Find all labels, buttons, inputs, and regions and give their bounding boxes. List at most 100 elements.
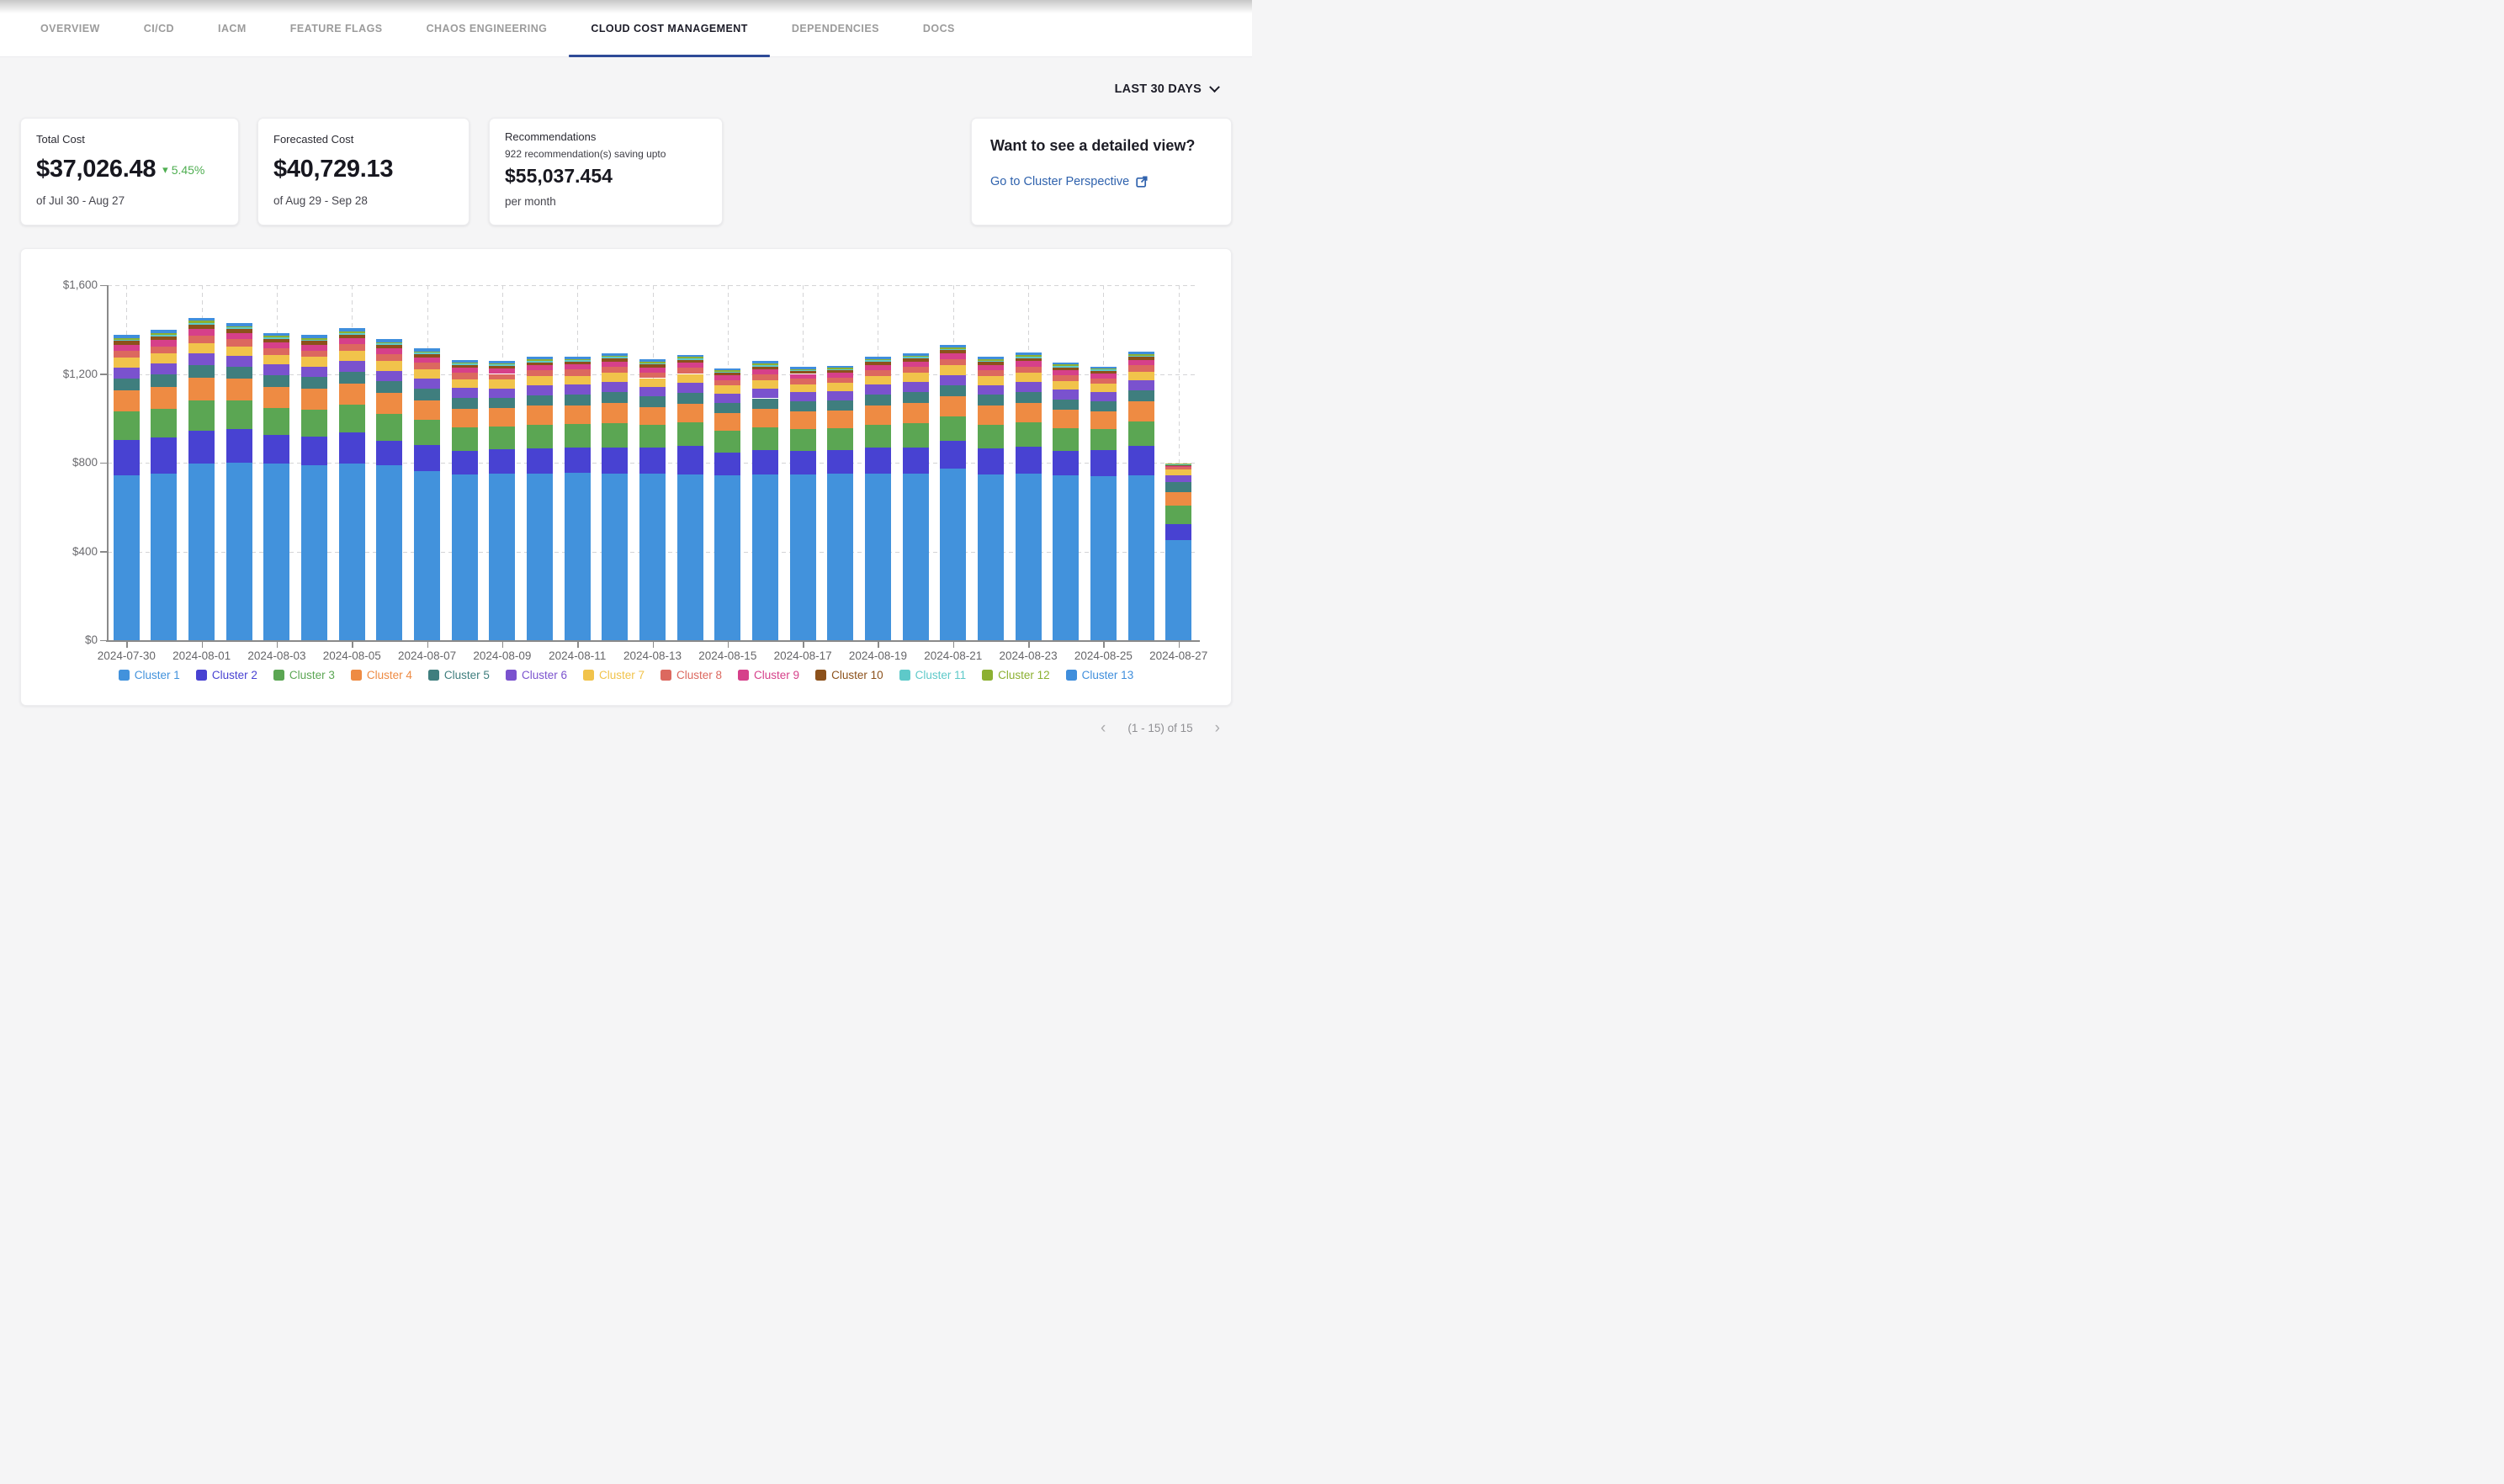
bar-segment[interactable]	[903, 392, 929, 403]
bar-segment[interactable]	[752, 389, 778, 398]
bar-segment[interactable]	[263, 408, 289, 435]
bar-segment[interactable]	[452, 379, 478, 389]
bar-segment[interactable]	[339, 384, 365, 405]
bar-segment[interactable]	[1016, 352, 1042, 355]
bar-segment[interactable]	[714, 403, 740, 413]
bar-segment[interactable]	[978, 365, 1004, 370]
bar-segment[interactable]	[1165, 492, 1191, 506]
bar-segment[interactable]	[677, 383, 703, 393]
bar-segment[interactable]	[376, 361, 402, 370]
bar-segment[interactable]	[602, 392, 628, 403]
bar-segment[interactable]	[1128, 390, 1154, 401]
bar-segment[interactable]	[639, 387, 666, 396]
bar-segment[interactable]	[376, 414, 402, 441]
bar-segment[interactable]	[1165, 482, 1191, 492]
bar-segment[interactable]	[339, 328, 365, 331]
bar-segment[interactable]	[714, 413, 740, 431]
bar-segment[interactable]	[978, 359, 1004, 361]
bar-segment[interactable]	[151, 437, 177, 473]
bar-segment[interactable]	[527, 365, 553, 370]
bar-segment[interactable]	[301, 410, 327, 437]
bar-segment[interactable]	[114, 338, 140, 340]
bar-segment[interactable]	[565, 424, 591, 448]
bar-segment[interactable]	[1053, 410, 1079, 428]
bar-segment[interactable]	[639, 407, 666, 426]
bar-segment[interactable]	[903, 373, 929, 382]
bar-segment[interactable]	[565, 384, 591, 395]
bar-segment[interactable]	[940, 441, 966, 469]
bar-segment[interactable]	[1128, 365, 1154, 371]
bar-segment[interactable]	[940, 375, 966, 385]
bar-segment[interactable]	[188, 365, 215, 378]
bar-segment[interactable]	[151, 335, 177, 337]
bar-segment[interactable]	[452, 451, 478, 474]
bar-segment[interactable]	[790, 401, 816, 411]
bar-segment[interactable]	[1165, 524, 1191, 541]
bar-segment[interactable]	[677, 422, 703, 446]
bar-segment[interactable]	[714, 373, 740, 375]
bar-segment[interactable]	[1128, 356, 1154, 358]
bar-segment[interactable]	[414, 445, 440, 471]
bar-segment[interactable]	[790, 451, 816, 474]
bar-segment[interactable]	[903, 358, 929, 362]
bar-segment[interactable]	[263, 364, 289, 375]
bar-segment[interactable]	[790, 429, 816, 451]
bar-segment[interactable]	[1090, 367, 1117, 369]
bar-segment[interactable]	[1053, 428, 1079, 451]
bar-segment[interactable]	[602, 382, 628, 392]
bar-segment[interactable]	[188, 400, 215, 431]
bar-segment[interactable]	[677, 374, 703, 384]
bar-segment[interactable]	[339, 361, 365, 372]
bar-segment[interactable]	[527, 448, 553, 474]
bar-segment[interactable]	[114, 411, 140, 440]
bar-segment[interactable]	[790, 369, 816, 370]
bar-segment[interactable]	[414, 420, 440, 445]
bar-segment[interactable]	[827, 474, 853, 640]
bar-segment[interactable]	[865, 405, 891, 425]
bar-segment[interactable]	[151, 474, 177, 640]
bar-segment[interactable]	[1053, 400, 1079, 410]
bar-segment[interactable]	[714, 368, 740, 371]
bar-segment[interactable]	[978, 370, 1004, 376]
bar-segment[interactable]	[1165, 467, 1191, 469]
bar-segment[interactable]	[376, 441, 402, 465]
bar-segment[interactable]	[1016, 382, 1042, 392]
bar-segment[interactable]	[1053, 368, 1079, 370]
bar-segment[interactable]	[376, 343, 402, 345]
bar-segment[interactable]	[827, 391, 853, 400]
bar-segment[interactable]	[677, 360, 703, 363]
bar-segment[interactable]	[827, 378, 853, 384]
bar-segment[interactable]	[489, 408, 515, 427]
bar-segment[interactable]	[301, 351, 327, 358]
bar-segment[interactable]	[527, 359, 553, 361]
legend-item-cluster-5[interactable]: Cluster 5	[428, 669, 490, 681]
bar-segment[interactable]	[903, 423, 929, 448]
bar-segment[interactable]	[602, 358, 628, 362]
bar-segment[interactable]	[489, 398, 515, 408]
bar-segment[interactable]	[452, 365, 478, 368]
bar-segment[interactable]	[602, 448, 628, 474]
bar-segment[interactable]	[301, 338, 327, 340]
bar-segment[interactable]	[1090, 369, 1117, 370]
bar-segment[interactable]	[527, 361, 553, 363]
bar-segment[interactable]	[414, 369, 440, 379]
bar-segment[interactable]	[1128, 360, 1154, 365]
bar-segment[interactable]	[565, 364, 591, 369]
bar-segment[interactable]	[565, 362, 591, 365]
bar-segment[interactable]	[1165, 506, 1191, 523]
bar-segment[interactable]	[714, 394, 740, 403]
bar-segment[interactable]	[114, 351, 140, 358]
bar-segment[interactable]	[151, 330, 177, 333]
bar-segment[interactable]	[978, 385, 1004, 395]
bar-segment[interactable]	[489, 374, 515, 380]
bar-segment[interactable]	[1165, 464, 1191, 466]
bar-segment[interactable]	[1016, 373, 1042, 382]
bar-segment[interactable]	[602, 423, 628, 448]
pagination-next-button[interactable]: ›	[1215, 720, 1220, 736]
bar-segment[interactable]	[452, 398, 478, 409]
bar-segment[interactable]	[865, 370, 891, 376]
bar-segment[interactable]	[827, 428, 853, 450]
bar-segment[interactable]	[903, 474, 929, 640]
bar-segment[interactable]	[940, 416, 966, 442]
bar-segment[interactable]	[1165, 465, 1191, 466]
